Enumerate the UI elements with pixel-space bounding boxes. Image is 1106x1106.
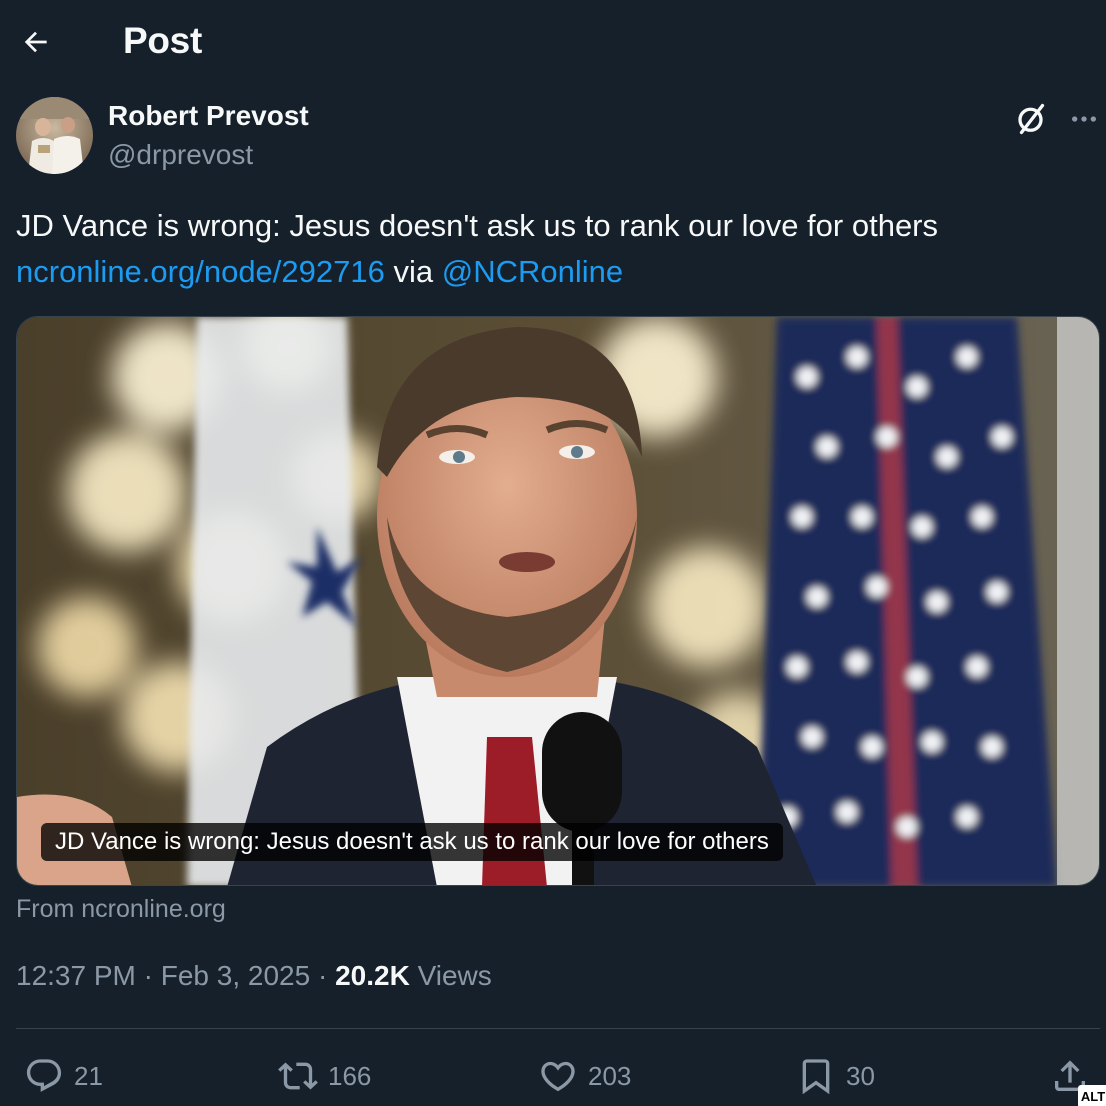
grok-button[interactable] [1012,99,1052,139]
divider [16,1028,1100,1029]
post-date[interactable]: Feb 3, 2025 [161,960,310,991]
top-bar: Post [0,0,1106,84]
post-headline: JD Vance is wrong: Jesus doesn't ask us … [16,208,939,243]
grok-icon [1018,103,1045,135]
reply-count: 21 [74,1060,103,1091]
article-link[interactable]: ncronline.org/node/292716 [16,254,385,289]
back-button[interactable] [16,22,56,62]
back-arrow-icon [24,31,47,53]
bookmark-button[interactable]: 30 [796,1054,875,1098]
card-source-link[interactable]: From ncronline.org [16,895,226,924]
author-display-name[interactable]: Robert Prevost [108,100,309,132]
reply-button[interactable]: 21 [24,1054,103,1098]
like-button[interactable]: 203 [538,1054,631,1098]
like-icon [541,1061,575,1092]
avatar[interactable] [16,97,93,174]
meta-separator: · [143,960,153,991]
post-time[interactable]: 12:37 PM [16,960,136,991]
post-page: Post Robert Prevost @drprevost JD Vance … [0,0,1106,1106]
author-handle[interactable]: @drprevost [108,139,253,171]
views-label: Views [417,960,492,991]
page-title: Post [123,20,202,61]
link-card[interactable]: JD Vance is wrong: Jesus doesn't ask us … [16,316,1100,886]
more-button[interactable] [1064,99,1104,139]
alt-badge[interactable]: ALT [1078,1085,1106,1106]
card-image [17,317,1099,885]
bookmark-count: 30 [846,1060,875,1091]
card-caption: JD Vance is wrong: Jesus doesn't ask us … [41,823,783,861]
bookmark-icon [802,1059,830,1095]
views-count: 20.2K [335,960,410,991]
via-text: via [393,254,434,289]
post-meta: 12:37 PM · Feb 3, 2025 · 20.2K Views [16,960,492,992]
post-text: JD Vance is wrong: Jesus doesn't ask us … [16,203,1096,295]
post-link-line: ncronline.org/node/292716 via @NCRonline [16,249,1096,295]
mention-link[interactable]: @NCRonline [442,254,623,289]
more-icon [1072,116,1096,122]
like-count: 203 [588,1060,632,1091]
action-bar: 21 166 203 30 [0,1050,1106,1106]
repost-count: 166 [328,1060,372,1091]
meta-separator: · [317,960,328,991]
repost-button[interactable]: 166 [278,1054,371,1098]
reply-icon [26,1059,62,1092]
repost-icon [278,1062,318,1090]
